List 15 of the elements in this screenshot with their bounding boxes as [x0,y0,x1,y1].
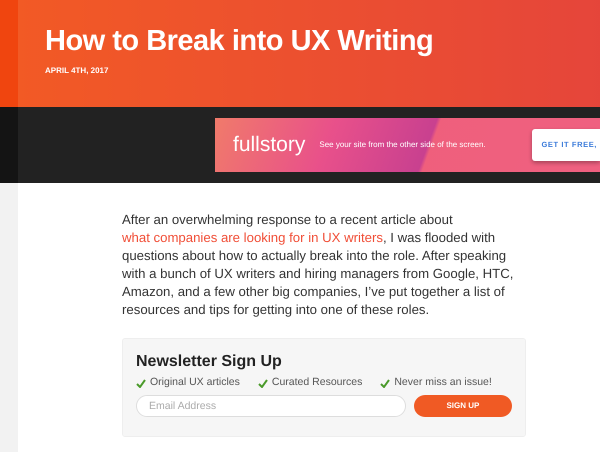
benefit-text: Curated Resources [272,375,362,390]
article-title: How to Break into UX Writing [45,26,434,58]
intro-paragraph: After an overwhelming response to a recent article about what companies are looking for in UX writers, I was flooded with questions about how to actually break into the role. After speaking with a bunch of UX writers and hiring managers from Google, HTC, Amazon, and a few other big companies, I’ve put together a list of resources and tips for getting into one of these roles. [122,211,514,319]
benefit-text: Original UX articles [150,375,240,390]
ad-logo: fullstory [233,132,306,158]
newsletter-title: Newsletter Sign Up [136,352,283,372]
ad-tagline: See your site from the other side of the screen. [319,139,486,151]
sign-up-button[interactable]: SIGN UP [414,394,512,417]
check-icon [380,378,390,388]
check-icon [258,378,268,388]
article-link[interactable]: what companies are looking for in UX writers [122,230,383,245]
email-field[interactable]: Email Address [136,394,406,417]
benefit-text: Never miss an issue! [394,375,492,390]
check-icon [136,378,146,388]
article-date: APRIL 4TH, 2017 [45,64,110,77]
